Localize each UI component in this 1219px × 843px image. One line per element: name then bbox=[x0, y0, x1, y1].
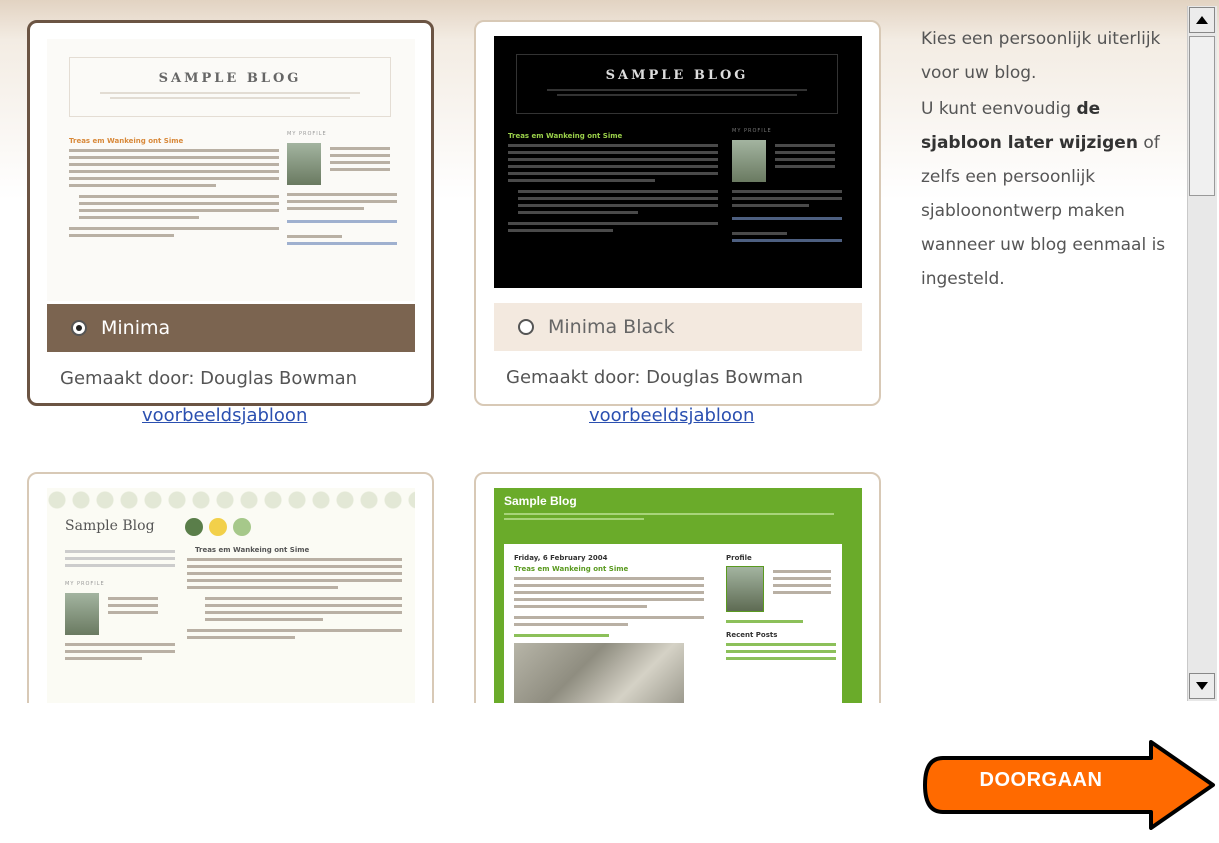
preview-post-photo bbox=[514, 643, 684, 703]
preview-avatar bbox=[65, 593, 99, 635]
sample-template-link-minima[interactable]: voorbeeldsjabloon bbox=[142, 405, 307, 426]
preview-sidebar-recent: Recent Posts bbox=[726, 631, 778, 639]
info-paragraph-1: Kies een persoonlijk uiterlijk voor uw b… bbox=[921, 29, 1161, 83]
template-author: Gemaakt door: Douglas Bowman bbox=[60, 368, 358, 389]
template-preview-minima[interactable]: SAMPLE BLOG Treas em Wankeing ont Sime M… bbox=[47, 39, 415, 301]
template-radio-minima[interactable]: Minima bbox=[47, 304, 415, 352]
preview-blog-title: SAMPLE BLOG bbox=[158, 71, 302, 86]
template-card-green[interactable]: Sample Blog Friday, 6 February 2004 Trea… bbox=[474, 472, 881, 703]
radio-button-checked[interactable] bbox=[71, 320, 87, 336]
template-card-minima-black[interactable]: SAMPLE BLOG Treas em Wankeing ont Sime M… bbox=[474, 20, 881, 406]
preview-post-title: Treas em Wankeing ont Sime bbox=[69, 137, 184, 145]
preview-sidebar-heading: MY PROFILE bbox=[65, 581, 105, 587]
vertical-scrollbar[interactable] bbox=[1187, 6, 1217, 701]
template-card-minima[interactable]: SAMPLE BLOG Treas em Wankeing ont Sime M… bbox=[27, 20, 434, 406]
template-name: Minima bbox=[101, 317, 171, 339]
preview-post-title: Treas em Wankeing ont Sime bbox=[514, 565, 629, 573]
preview-accent-dots bbox=[185, 518, 255, 538]
radio-button-unchecked[interactable] bbox=[518, 319, 534, 335]
scroll-down-button[interactable] bbox=[1189, 673, 1215, 699]
preview-blog-title: Sample Blog bbox=[65, 518, 155, 534]
preview-post-title: Treas em Wankeing ont Sime bbox=[195, 546, 310, 554]
continue-button[interactable]: DOORGAAN bbox=[921, 740, 1217, 830]
preview-blog-title: Sample Blog bbox=[504, 494, 577, 508]
template-card-dots[interactable]: Sample Blog MY PROFILE Treas em Wankeing… bbox=[27, 472, 434, 703]
preview-sidebar-heading: MY PROFILE bbox=[732, 128, 772, 134]
info-paragraph-2: U kunt eenvoudig de sjabloon later wijzi… bbox=[921, 99, 1166, 289]
template-preview-dots[interactable]: Sample Blog MY PROFILE Treas em Wankeing… bbox=[47, 488, 415, 703]
preview-avatar bbox=[732, 140, 766, 182]
preview-post-date: Friday, 6 February 2004 bbox=[514, 554, 608, 562]
preview-avatar bbox=[726, 566, 764, 612]
arrow-up-icon bbox=[1196, 16, 1208, 24]
template-scroll-area[interactable]: SAMPLE BLOG Treas em Wankeing ont Sime M… bbox=[0, 0, 1219, 703]
preview-blog-title: SAMPLE BLOG bbox=[605, 68, 749, 83]
preview-sidebar-profile: Profile bbox=[726, 554, 752, 562]
preview-post-title: Treas em Wankeing ont Sime bbox=[508, 132, 623, 140]
info-text: Kies een persoonlijk uiterlijk voor uw b… bbox=[921, 22, 1176, 296]
preview-dot-row bbox=[47, 490, 415, 510]
arrow-down-icon bbox=[1196, 682, 1208, 690]
template-radio-minima-black[interactable]: Minima Black bbox=[494, 303, 862, 351]
template-author: Gemaakt door: Douglas Bowman bbox=[506, 367, 804, 388]
sample-template-link-minima-black[interactable]: voorbeeldsjabloon bbox=[589, 405, 754, 426]
scroll-up-button[interactable] bbox=[1189, 7, 1215, 33]
preview-sidebar-heading: MY PROFILE bbox=[287, 131, 327, 137]
preview-avatar bbox=[287, 143, 321, 185]
scrollbar-thumb[interactable] bbox=[1189, 36, 1215, 196]
template-name: Minima Black bbox=[548, 316, 675, 338]
template-preview-green[interactable]: Sample Blog Friday, 6 February 2004 Trea… bbox=[494, 488, 862, 703]
continue-button-label: DOORGAAN bbox=[979, 769, 1103, 791]
template-preview-minima-black[interactable]: SAMPLE BLOG Treas em Wankeing ont Sime M… bbox=[494, 36, 862, 288]
